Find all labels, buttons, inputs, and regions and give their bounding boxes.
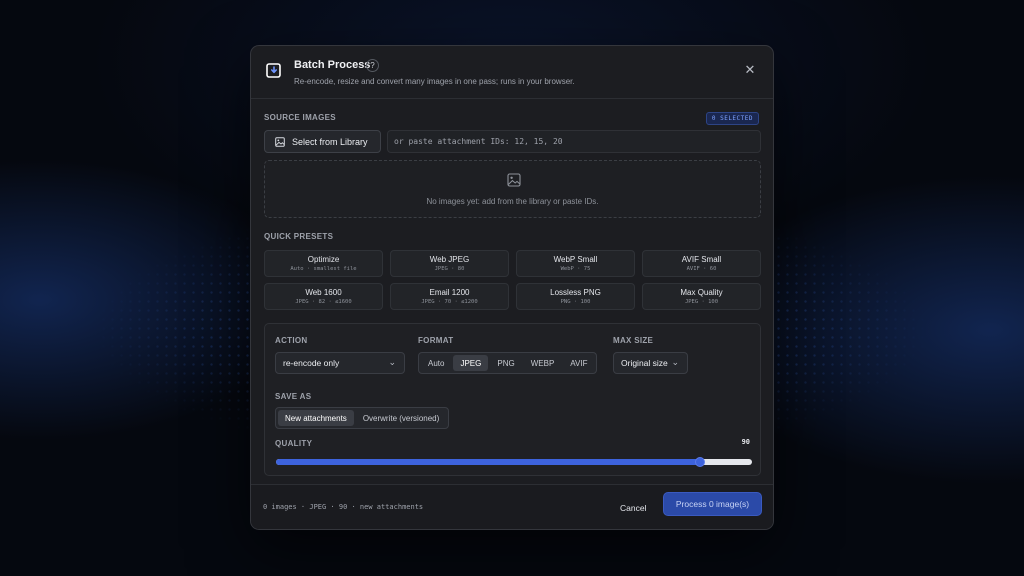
preset-webp-small[interactable]: WebP Small WebP · 75: [516, 250, 635, 277]
format-segmented-control: Auto JPEG PNG WEBP AVIF: [418, 352, 598, 374]
preset-name: AVIF Small: [681, 255, 722, 264]
preset-name: WebP Small: [553, 255, 598, 264]
max-size-select[interactable]: Original size ⌄: [613, 352, 688, 374]
preset-grid: Optimize Auto · smallest file Web JPEG JPEG…: [264, 250, 761, 310]
dialog-header: Batch Process ? Re-encode, resize and co…: [251, 46, 773, 99]
quality-label: QUALITY: [275, 439, 313, 448]
preset-description: WebP · 75: [560, 266, 591, 272]
process-images-button[interactable]: Process 0 image(s): [663, 492, 762, 516]
preset-description: Auto · smallest file: [290, 266, 357, 272]
image-icon: [275, 136, 285, 147]
dialog-footer: 0 images · JPEG · 90 · new attachments C…: [251, 484, 773, 529]
preset-name: Web 1600: [305, 288, 342, 297]
preset-avif-small[interactable]: AVIF Small AVIF · 60: [642, 250, 761, 277]
empty-state-text: No images yet: add from the library or p…: [426, 197, 599, 206]
max-size-value: Original size: [621, 358, 668, 368]
quick-presets-label: QUICK PRESETS: [264, 232, 334, 241]
image-dropzone[interactable]: No images yet: add from the library or p…: [264, 160, 761, 218]
preset-web-1600[interactable]: Web 1600 JPEG · 82 · ≤1600: [264, 283, 383, 310]
chevron-down-icon: ⌄: [671, 357, 679, 367]
batch-process-icon: [266, 63, 281, 78]
preset-max-quality[interactable]: Max Quality JPEG · 100: [642, 283, 761, 310]
preset-description: JPEG · 82 · ≤1600: [295, 299, 352, 305]
cancel-button[interactable]: Cancel: [610, 498, 656, 518]
settings-panel: ACTION re-encode only ⌄ FORMAT Auto JPEG P…: [264, 323, 761, 476]
select-from-library-label: Select from Library: [292, 136, 368, 147]
format-option-auto[interactable]: Auto: [421, 355, 451, 371]
quality-slider-thumb[interactable]: [694, 457, 705, 467]
preset-description: JPEG · 70 · ≤1200: [421, 299, 478, 305]
quality-slider-fill: [276, 459, 700, 465]
format-option-avif[interactable]: AVIF: [563, 355, 594, 371]
save-as-option-overwrite-versioned[interactable]: Overwrite (versioned): [356, 410, 446, 426]
preset-lossless-png[interactable]: Lossless PNG PNG · 100: [516, 283, 635, 310]
preset-name: Lossless PNG: [550, 288, 601, 297]
preset-name: Max Quality: [680, 288, 723, 297]
batch-process-dialog: Batch Process ? Re-encode, resize and co…: [250, 45, 774, 530]
format-option-webp[interactable]: WEBP: [524, 355, 562, 371]
source-images-label: SOURCE IMAGES: [264, 113, 336, 122]
preset-name: Web JPEG: [429, 255, 470, 264]
image-placeholder-icon: [507, 173, 521, 187]
dialog-subtitle: Re-encode, resize and convert many image…: [294, 77, 575, 86]
attachment-ids-input[interactable]: [387, 130, 761, 153]
save-as-label: SAVE AS: [275, 392, 312, 401]
chevron-down-icon: ⌄: [388, 357, 396, 367]
save-as-segmented-control: New attachments Overwrite (versioned): [275, 407, 450, 429]
dialog-title: Batch Process: [294, 59, 371, 71]
close-icon[interactable]: ✕: [743, 63, 757, 77]
format-label: FORMAT: [418, 336, 454, 345]
preset-description: PNG · 100: [560, 299, 591, 305]
quality-slider[interactable]: [276, 457, 752, 467]
footer-summary: 0 images · JPEG · 90 · new attachments: [263, 503, 424, 511]
preset-web-jpeg[interactable]: Web JPEG JPEG · 80: [390, 250, 509, 277]
action-label: ACTION: [275, 336, 308, 345]
preset-name: Email 1200: [429, 288, 470, 297]
preset-description: JPEG · 100: [684, 299, 719, 305]
selected-count-badge: 0 SELECTED: [705, 112, 759, 125]
preset-description: JPEG · 80: [434, 266, 465, 272]
max-size-label: MAX SIZE: [613, 336, 654, 345]
help-icon[interactable]: ?: [366, 59, 379, 72]
preset-email-1200[interactable]: Email 1200 JPEG · 70 · ≤1200: [390, 283, 509, 310]
quality-value: 90: [741, 438, 750, 446]
action-select[interactable]: re-encode only ⌄: [275, 352, 405, 374]
preset-optimize[interactable]: Optimize Auto · smallest file: [264, 250, 383, 277]
format-option-jpeg[interactable]: JPEG: [453, 355, 489, 371]
select-from-library-button[interactable]: Select from Library: [264, 130, 381, 153]
save-as-option-new-attachments[interactable]: New attachments: [278, 410, 354, 426]
format-option-png[interactable]: PNG: [490, 355, 521, 371]
preset-name: Optimize: [307, 255, 340, 264]
action-value: re-encode only: [283, 358, 340, 368]
preset-description: AVIF · 60: [686, 266, 717, 272]
